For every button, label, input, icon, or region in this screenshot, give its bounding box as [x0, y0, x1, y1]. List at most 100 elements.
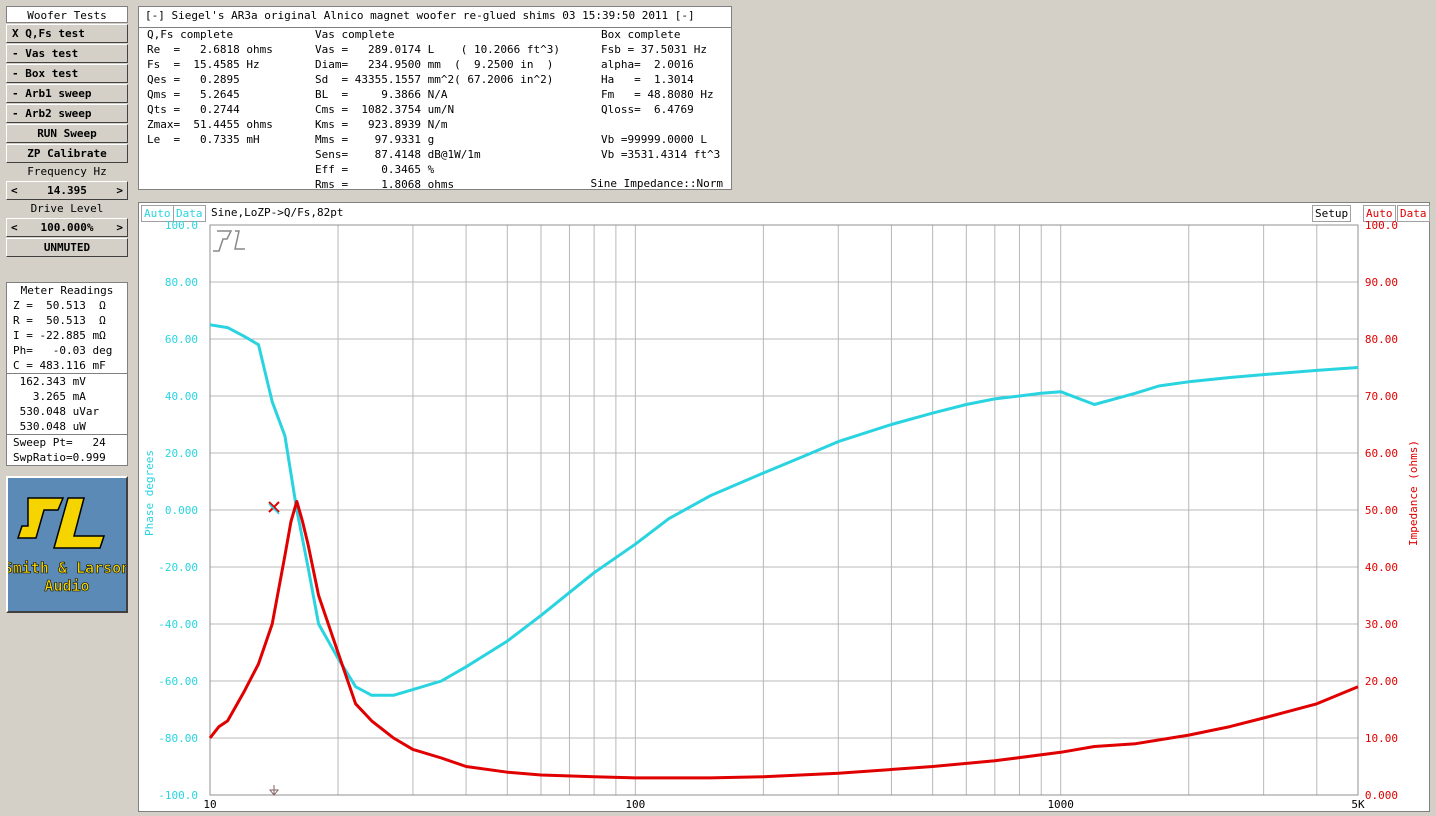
- box-header: Box complete: [601, 28, 681, 41]
- tests-title: Woofer Tests: [6, 6, 128, 23]
- box-test-button[interactable]: - Box test: [6, 64, 128, 83]
- meter-voltage: 162.343 mV: [13, 375, 86, 388]
- box-row: Ha = 1.3014: [601, 73, 694, 86]
- y-left-tick-label: 100.0: [165, 219, 198, 232]
- box-row: Fm = 48.8080 Hz: [601, 88, 714, 101]
- vas-header: Vas complete: [315, 28, 395, 41]
- meter-readings: Meter Readings Z = 50.513 Ω R = 50.513 Ω…: [6, 282, 128, 466]
- vas-test-button[interactable]: - Vas test: [6, 44, 128, 63]
- meter-ph: Ph= -0.03 deg: [13, 344, 113, 357]
- y-right-tick-label: 0.000: [1365, 789, 1398, 802]
- vas-row: Sens= 87.4148 dB@1W/1m: [315, 148, 481, 161]
- y-right-axis-label: Impedance (ohms): [1407, 440, 1420, 546]
- chart-panel: Auto Data Sine,LoZP->Q/Fs,82pt Setup Aut…: [138, 202, 1430, 812]
- frequency-cursor-icon[interactable]: [268, 785, 280, 796]
- qfs-test-button[interactable]: X Q,Fs test: [6, 24, 128, 43]
- run-sweep-button[interactable]: RUN Sweep: [6, 124, 128, 143]
- frequency-increase-button[interactable]: >: [116, 182, 123, 199]
- box-row: Vb =99999.0000 L: [601, 133, 707, 146]
- frequency-label: Frequency Hz: [6, 163, 128, 181]
- drive-level-stepper[interactable]: < 100.000% >: [6, 218, 128, 237]
- results-panel: [-] Siegel's AR3a original Alnico magnet…: [138, 6, 732, 192]
- frequency-value: 14.395: [47, 184, 87, 197]
- drive-decrease-button[interactable]: <: [11, 219, 18, 236]
- y-left-tick-label: 0.000: [165, 504, 198, 517]
- logo-line2: Audio: [44, 577, 89, 595]
- y-left-tick-label: -40.00: [158, 618, 198, 631]
- y-left-tick-label: -100.0: [158, 789, 198, 802]
- vas-row: Cms = 1082.3754 um/N: [315, 103, 455, 116]
- box-row: Vb =3531.4314 ft^3: [601, 148, 721, 161]
- meter-title: Meter Readings: [20, 284, 114, 297]
- vas-row: Eff = 0.3465 %: [315, 163, 435, 176]
- y-right-tick-label: 10.00: [1365, 732, 1398, 745]
- y-right-tick-label: 20.00: [1365, 675, 1398, 688]
- vas-row: Sd = 43355.1557 mm^2( 67.2006 in^2): [315, 73, 554, 86]
- y-right-tick-label: 50.00: [1365, 504, 1398, 517]
- drive-level-label: Drive Level: [6, 200, 128, 218]
- tests-panel: Woofer Tests X Q,Fs test - Vas test - Bo…: [6, 6, 128, 257]
- y-right-tick-label: 90.00: [1365, 276, 1398, 289]
- results-title: [-] Siegel's AR3a original Alnico magnet…: [145, 9, 695, 22]
- arb1-sweep-button[interactable]: - Arb1 sweep: [6, 84, 128, 103]
- frequency-stepper[interactable]: < 14.395 >: [6, 181, 128, 200]
- qfs-results: Q,Fs complete Re = 2.6818 ohms Fs = 15.4…: [147, 27, 273, 147]
- y-left-tick-label: -80.00: [158, 732, 198, 745]
- qfs-row: Qts = 0.2744: [147, 103, 240, 116]
- sl-watermark-icon: [213, 230, 245, 252]
- y-left-tick-label: 80.00: [165, 276, 198, 289]
- vas-row: Mms = 97.9331 g: [315, 133, 435, 146]
- vas-row: Diam= 234.9500 mm ( 9.2500 in ): [315, 58, 554, 71]
- y-left-tick-label: -20.00: [158, 561, 198, 574]
- cursor-marker-icon: [268, 501, 280, 515]
- meter-r: R = 50.513 Ω: [13, 314, 106, 327]
- qfs-header: Q,Fs complete: [147, 28, 234, 41]
- y-right-tick-label: 30.00: [1365, 618, 1398, 631]
- logo-line1: Smith & Larson: [8, 559, 126, 577]
- box-row: alpha= 2.0016: [601, 58, 694, 71]
- y-right-tick-label: 60.00: [1365, 447, 1398, 460]
- meter-watt: 530.048 uW: [13, 420, 86, 433]
- meter-i: I = -22.885 mΩ: [13, 329, 106, 342]
- y-left-tick-label: 60.00: [165, 333, 198, 346]
- zp-calibrate-button[interactable]: ZP Calibrate: [6, 144, 128, 163]
- y-right-tick-label: 80.00: [1365, 333, 1398, 346]
- sl-logo-icon: Smith & Larson Audio: [3, 497, 131, 595]
- meter-z: Z = 50.513 Ω: [13, 299, 106, 312]
- y-right-tick-label: 100.0: [1365, 219, 1398, 232]
- qfs-row: Qms = 5.2645: [147, 88, 240, 101]
- box-row: [601, 117, 720, 132]
- mute-button[interactable]: UNMUTED: [6, 238, 128, 257]
- meter-current: 3.265 mA: [13, 390, 86, 403]
- vas-results: Vas complete Vas = 289.0174 L ( 10.2066 …: [315, 27, 560, 192]
- frequency-decrease-button[interactable]: <: [11, 182, 18, 199]
- qfs-row: Zmax= 51.4455 ohms: [147, 118, 273, 131]
- arb2-sweep-button[interactable]: - Arb2 sweep: [6, 104, 128, 123]
- y-left-tick-label: 40.00: [165, 390, 198, 403]
- drive-level-value: 100.000%: [40, 221, 94, 234]
- impedance-phase-chart[interactable]: 100.0 100.0 80.00 90.00 60.00 80.00 40.00 70.00…: [139, 203, 1429, 811]
- box-results: Box complete Fsb = 37.5031 Hz alpha= 2.0…: [601, 27, 720, 162]
- vas-row: BL = 9.3866 N/A: [315, 88, 448, 101]
- x-tick-label: 5K: [1351, 798, 1365, 811]
- chart-axes: 100.0 100.0 80.00 90.00 60.00 80.00 40.00 70.00…: [158, 219, 1398, 811]
- qfs-row: Qes = 0.2895: [147, 73, 240, 86]
- qfs-row: Le = 0.7335 mH: [147, 133, 260, 146]
- smith-larson-logo: Smith & Larson Audio: [3, 476, 131, 613]
- y-right-tick-label: 70.00: [1365, 390, 1398, 403]
- box-row: Fsb = 37.5031 Hz: [601, 43, 707, 56]
- qfs-row: Re = 2.6818 ohms: [147, 43, 273, 56]
- chart-grid: [209, 224, 1359, 796]
- x-tick-label: 10: [203, 798, 216, 811]
- vas-row: Rms = 1.8068 ohms: [315, 178, 455, 191]
- vas-row: Kms = 923.8939 N/m: [315, 118, 448, 131]
- meter-var: 530.048 uVar: [13, 405, 100, 418]
- sweep-ratio: SwpRatio=0.999: [13, 451, 106, 464]
- chart-series: [208, 323, 1359, 780]
- meter-c: C = 483.116 mF: [13, 359, 106, 372]
- x-tick-label: 1000: [1047, 798, 1074, 811]
- sweep-point: Sweep Pt= 24: [13, 436, 106, 449]
- drive-increase-button[interactable]: >: [116, 219, 123, 236]
- y-left-tick-label: -60.00: [158, 675, 198, 688]
- y-left-axis-label: Phase degrees: [143, 450, 156, 536]
